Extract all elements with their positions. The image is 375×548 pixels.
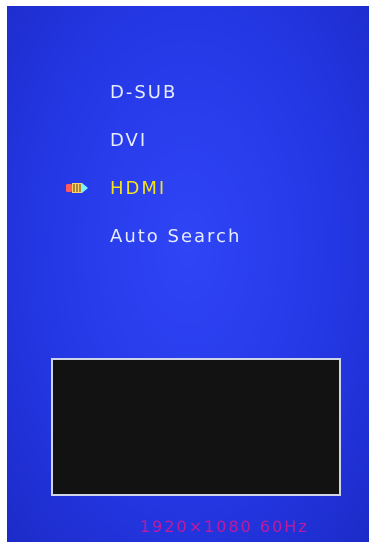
- pencil-icon: [66, 183, 88, 193]
- menu-item-d-sub[interactable]: D-SUB: [110, 78, 177, 108]
- menu-item-hdmi[interactable]: HDMI: [110, 174, 166, 204]
- menu-item-dvi[interactable]: DVI: [110, 126, 147, 156]
- signal-preview-box: [51, 358, 341, 496]
- menu-item-auto-search[interactable]: Auto Search: [110, 222, 241, 252]
- resolution-status: 1920×1080 60Hz: [140, 517, 309, 536]
- monitor-osd-screen: D-SUB DVI HDMI Auto Search 1920×1080 60H…: [7, 6, 369, 542]
